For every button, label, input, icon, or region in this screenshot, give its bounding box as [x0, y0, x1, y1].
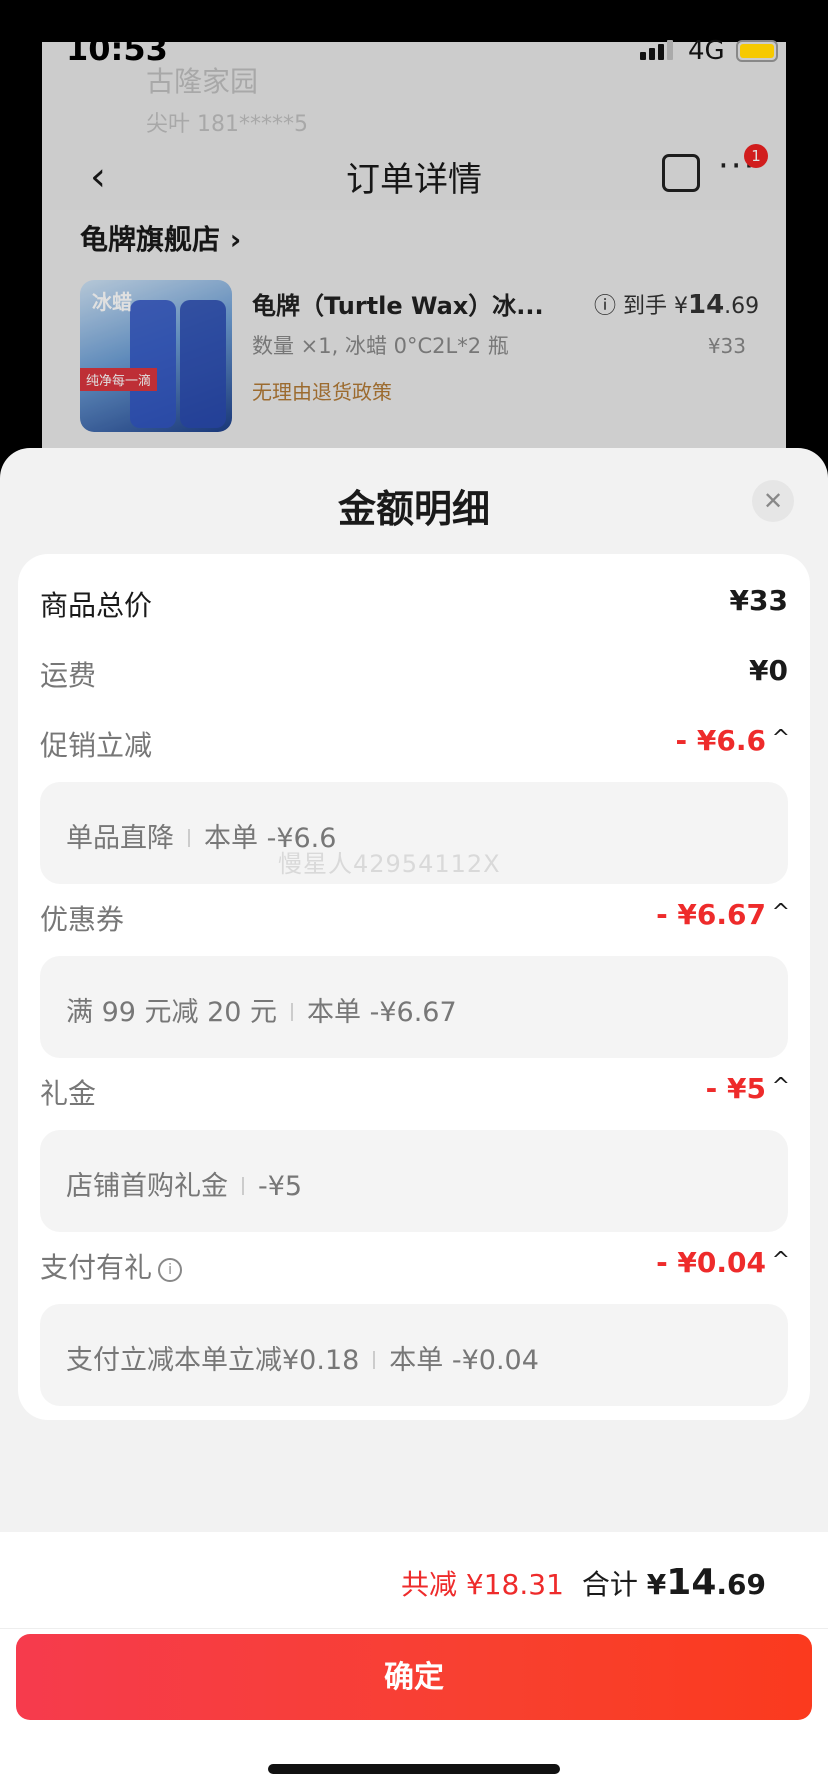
- row-gift[interactable]: 礼金 - ¥5 ^: [40, 1068, 790, 1112]
- promotion-value: - ¥6.6: [675, 724, 766, 757]
- footer-divider: [0, 1628, 828, 1629]
- sheet-title: 金额明细: [337, 487, 490, 531]
- status-bar: 10:53 4G: [0, 0, 828, 100]
- home-indicator[interactable]: [268, 1764, 560, 1774]
- row-coupon[interactable]: 优惠券 - ¥6.67 ^: [40, 894, 790, 938]
- payment-gift-label: 支付有礼: [40, 1251, 153, 1284]
- payment-gift-detail: 支付立减本单立减¥0.18 本单 -¥0.04: [40, 1304, 788, 1406]
- divider: [373, 1351, 376, 1369]
- divider: [188, 829, 190, 847]
- payment-gift-value: - ¥0.04: [656, 1246, 766, 1279]
- row-goods-total: 商品总价 ¥33: [40, 580, 788, 624]
- promotion-label: 促销立减: [40, 729, 153, 762]
- promotion-detail-name: 单品直降: [66, 823, 174, 854]
- gift-value: - ¥5: [705, 1072, 766, 1105]
- total-saved: 共减 ¥18.31: [401, 1568, 564, 1601]
- total-currency: ¥: [646, 1568, 667, 1601]
- battery-icon: [736, 40, 778, 62]
- watermark-text: 慢星人42954112X: [278, 850, 501, 878]
- coupon-detail: 满 99 元减 20 元本单 -¥6.67: [40, 956, 788, 1058]
- chevron-up-icon[interactable]: ^: [772, 726, 790, 751]
- order-detail-background: 古隆家园 尖叶 181*****5 ‹ 订单详情 ··· 1 龟牌旗舰店 › 冰…: [42, 42, 786, 462]
- total-label: 合计: [581, 1568, 647, 1601]
- overlay-dim[interactable]: [42, 42, 786, 462]
- goods-total-value: ¥33: [729, 584, 788, 617]
- info-icon[interactable]: i: [158, 1258, 183, 1282]
- total-value: ¥14.69: [646, 1562, 766, 1603]
- chevron-up-icon[interactable]: ^: [772, 900, 790, 925]
- divider: [291, 1003, 294, 1021]
- coupon-value: - ¥6.67: [656, 898, 766, 931]
- coupon-detail-value: 本单 -¥6.67: [307, 997, 457, 1028]
- close-icon[interactable]: ✕: [752, 480, 794, 522]
- gift-label: 礼金: [40, 1077, 97, 1110]
- confirm-button[interactable]: 确定: [16, 1634, 812, 1720]
- total-dec: .69: [716, 1568, 766, 1601]
- row-promotion[interactable]: 促销立减 - ¥6.6 ^: [40, 720, 790, 764]
- signal-icon: [640, 40, 673, 60]
- shipping-value: ¥0: [749, 654, 788, 687]
- total-int: 14: [666, 1562, 717, 1603]
- status-time: 10:53: [66, 30, 168, 68]
- gift-detail-name: 店铺首购礼金: [66, 1171, 228, 1202]
- coupon-detail-name: 满 99 元减 20 元: [66, 997, 278, 1028]
- shipping-label: 运费: [40, 659, 97, 692]
- divider: [242, 1177, 244, 1195]
- gift-detail-value: -¥5: [258, 1171, 303, 1202]
- row-shipping: 运费 ¥0: [40, 650, 788, 694]
- chevron-up-icon[interactable]: ^: [772, 1074, 790, 1099]
- goods-total-label: 商品总价: [40, 589, 153, 622]
- gift-detail: 店铺首购礼金 -¥5: [40, 1130, 788, 1232]
- footer-bar: 共减 ¥18.31 合计 ¥14.69 确定: [0, 1532, 828, 1792]
- amount-breakdown-card: 商品总价 ¥33 运费 ¥0 促销立减 - ¥6.6 ^ 单品直降本单 -¥6.…: [18, 554, 810, 1420]
- payment-gift-detail-name: 支付立减本单立减¥0.18: [66, 1345, 360, 1376]
- network-type: 4G: [688, 36, 725, 66]
- totals-summary: 共减 ¥18.31 合计 ¥14.69: [401, 1562, 766, 1603]
- coupon-label: 优惠券: [40, 903, 125, 936]
- chevron-up-icon[interactable]: ^: [772, 1248, 790, 1273]
- row-payment-gift[interactable]: 支付有礼 i - ¥0.04 ^: [40, 1242, 790, 1286]
- payment-gift-detail-value: 本单 -¥0.04: [389, 1345, 539, 1376]
